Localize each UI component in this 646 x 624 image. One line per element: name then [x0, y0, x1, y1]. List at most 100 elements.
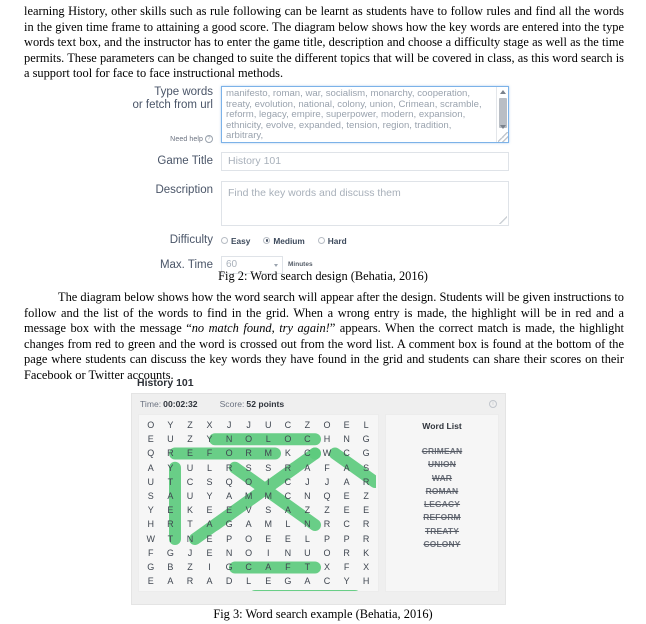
grid-cell[interactable]: O [141, 418, 161, 432]
grid-cell[interactable]: W [317, 446, 337, 460]
scroll-down-icon[interactable] [497, 122, 509, 132]
grid-cell[interactable]: R [337, 546, 357, 560]
chevron-down-icon[interactable] [274, 264, 278, 267]
grid-cell[interactable]: O [317, 418, 337, 432]
grid-cell[interactable]: Q [317, 489, 337, 503]
grid-cell[interactable]: Y [200, 432, 220, 446]
grid-cell[interactable]: C [317, 574, 337, 588]
grid-cell[interactable]: Y [141, 503, 161, 517]
grid-cell[interactable]: A [141, 461, 161, 475]
grid-cell[interactable]: E [337, 418, 357, 432]
grid-cell[interactable]: R [356, 517, 376, 531]
grid-cell[interactable]: R [239, 446, 259, 460]
letter-grid[interactable]: OYZXJJUCZOELEUZYNOLOCHNGQREFORMKCWCGAYUL… [141, 418, 376, 588]
grid-cell[interactable]: R [356, 475, 376, 489]
letter-grid-panel[interactable]: OYZXJJUCZOELEUZYNOLOCHNGQREFORMKCWCGAYUL… [138, 414, 379, 593]
grid-cell[interactable]: U [258, 418, 278, 432]
resize-grip-icon[interactable] [499, 216, 507, 224]
grid-cell[interactable]: J [219, 418, 239, 432]
question-mark-icon[interactable]: ? [205, 135, 213, 143]
grid-cell[interactable]: W [141, 532, 161, 546]
grid-cell[interactable]: Z [298, 418, 318, 432]
grid-cell[interactable]: U [141, 475, 161, 489]
grid-cell[interactable]: U [298, 546, 318, 560]
grid-cell[interactable]: N [180, 532, 200, 546]
grid-cell[interactable]: F [317, 461, 337, 475]
grid-cell[interactable]: A [239, 517, 259, 531]
grid-cell[interactable]: Z [180, 418, 200, 432]
grid-cell[interactable]: T [180, 517, 200, 531]
radio-icon[interactable] [317, 237, 325, 244]
grid-cell[interactable]: S [200, 475, 220, 489]
grid-cell[interactable]: J [298, 475, 318, 489]
grid-cell[interactable]: A [161, 574, 181, 588]
grid-cell[interactable]: E [161, 503, 181, 517]
grid-cell[interactable]: Z [180, 432, 200, 446]
grid-cell[interactable]: L [278, 517, 298, 531]
grid-cell[interactable]: L [298, 532, 318, 546]
grid-cell[interactable]: Y [161, 418, 181, 432]
grid-cell[interactable]: J [239, 418, 259, 432]
grid-cell[interactable]: R [161, 446, 181, 460]
grid-cell[interactable]: Q [141, 446, 161, 460]
grid-cell[interactable]: O [239, 532, 259, 546]
grid-cell[interactable]: A [161, 489, 181, 503]
grid-cell[interactable]: E [200, 546, 220, 560]
grid-cell[interactable]: C [239, 560, 259, 574]
grid-cell[interactable]: U [161, 432, 181, 446]
grid-cell[interactable]: A [200, 517, 220, 531]
grid-cell[interactable]: L [239, 574, 259, 588]
grid-cell[interactable]: S [239, 461, 259, 475]
grid-cell[interactable]: H [141, 517, 161, 531]
grid-cell[interactable]: O [239, 432, 259, 446]
grid-cell[interactable]: G [219, 517, 239, 531]
grid-cell[interactable]: P [317, 532, 337, 546]
grid-cell[interactable]: C [180, 475, 200, 489]
grid-cell[interactable]: L [258, 432, 278, 446]
grid-cell[interactable]: A [219, 489, 239, 503]
need-help-label[interactable]: Need help? [115, 135, 213, 143]
grid-cell[interactable]: T [161, 475, 181, 489]
grid-cell[interactable]: E [356, 503, 376, 517]
grid-cell[interactable]: E [141, 432, 161, 446]
grid-cell[interactable]: Z [317, 503, 337, 517]
grid-cell[interactable]: C [298, 432, 318, 446]
grid-cell[interactable]: E [200, 532, 220, 546]
grid-cell[interactable]: A [200, 574, 220, 588]
grid-cell[interactable]: A [298, 461, 318, 475]
grid-cell[interactable]: T [161, 532, 181, 546]
grid-cell[interactable]: G [219, 560, 239, 574]
grid-cell[interactable]: G [161, 546, 181, 560]
grid-cell[interactable]: C [298, 446, 318, 460]
grid-cell[interactable]: X [200, 418, 220, 432]
grid-cell[interactable]: E [337, 489, 357, 503]
grid-cell[interactable]: K [278, 446, 298, 460]
grid-cell[interactable]: S [356, 461, 376, 475]
grid-cell[interactable]: L [356, 418, 376, 432]
grid-cell[interactable]: G [356, 432, 376, 446]
grid-cell[interactable]: O [278, 432, 298, 446]
grid-cell[interactable]: A [278, 503, 298, 517]
difficulty-option-hard[interactable]: Hard [317, 236, 347, 246]
difficulty-radio-group[interactable]: Easy Medium Hard [221, 236, 347, 246]
grid-cell[interactable]: Q [219, 475, 239, 489]
grid-cell[interactable]: M [258, 489, 278, 503]
grid-cell[interactable]: K [180, 503, 200, 517]
grid-cell[interactable]: N [278, 546, 298, 560]
grid-cell[interactable]: D [219, 574, 239, 588]
difficulty-option-medium[interactable]: Medium [263, 236, 305, 246]
grid-cell[interactable]: C [337, 446, 357, 460]
grid-cell[interactable]: J [317, 475, 337, 489]
grid-cell[interactable]: M [258, 517, 278, 531]
grid-cell[interactable]: E [278, 532, 298, 546]
grid-cell[interactable]: I [258, 546, 278, 560]
grid-cell[interactable]: X [317, 560, 337, 574]
grid-cell[interactable]: S [141, 489, 161, 503]
grid-cell[interactable]: U [180, 461, 200, 475]
resize-grip-icon[interactable] [498, 132, 508, 142]
grid-cell[interactable]: Z [180, 560, 200, 574]
grid-cell[interactable]: T [298, 560, 318, 574]
grid-cell[interactable]: A [337, 461, 357, 475]
scroll-up-icon[interactable] [497, 87, 509, 97]
grid-cell[interactable]: E [200, 503, 220, 517]
